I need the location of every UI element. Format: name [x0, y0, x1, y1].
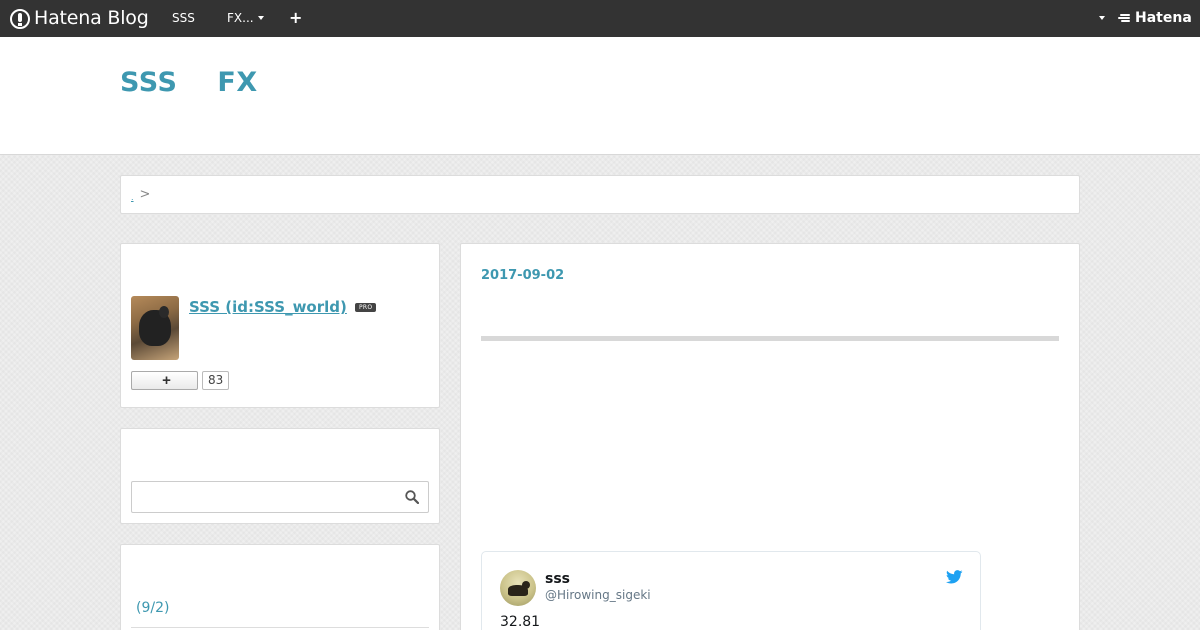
tweet-author-name[interactable]: sss — [545, 571, 570, 587]
tweet-avatar[interactable] — [500, 570, 536, 606]
breadcrumb: . > — [120, 175, 1080, 214]
follower-count: 83 — [202, 371, 230, 390]
avatar-dog-ear-shape — [159, 306, 169, 318]
blog-title-area: SSS FX — [0, 37, 1200, 155]
recent-entries-module: (9/2) — [120, 544, 440, 630]
hatena-blog-logo[interactable]: Hatena Blog — [10, 8, 149, 29]
search-module — [120, 428, 440, 524]
recent-entry-link[interactable]: (9/2) — [136, 600, 169, 616]
header-fx-menu[interactable]: FX... — [227, 11, 264, 25]
embedded-tweet[interactable]: sss @Hirowing_sigeki 32.81 — [481, 551, 981, 630]
caret-down-icon — [257, 16, 264, 20]
entry-article: 2017-09-02 sss @Hirowing_sigeki 32.81 — [460, 243, 1080, 630]
breadcrumb-separator: > — [139, 187, 151, 202]
breadcrumb-home-link[interactable]: . — [131, 193, 134, 202]
blog-title[interactable]: SSS FX — [120, 67, 258, 98]
tweet-author-handle[interactable]: @Hirowing_sigeki — [545, 588, 651, 602]
hatena-blog-logo-text: Hatena Blog — [34, 7, 149, 29]
hatena-mark-icon — [1118, 13, 1132, 23]
plus-icon: + — [162, 371, 171, 389]
tweet-avatar-cat-head-shape — [522, 581, 530, 589]
follow-button[interactable]: + — [131, 371, 198, 390]
user-menu-caret-down-icon[interactable] — [1099, 16, 1105, 20]
profile-module: SSS (id:SSS_world) PRO + 83 — [120, 243, 440, 408]
hatena-link[interactable]: Hatena — [1118, 10, 1192, 26]
divider — [131, 627, 429, 628]
hatena-blog-logo-icon — [10, 8, 30, 29]
header-fx-menu-label: FX... — [227, 11, 254, 25]
profile-name-link[interactable]: SSS (id:SSS_world) — [189, 298, 347, 316]
global-header: Hatena Blog SSS FX... + Hatena — [0, 0, 1200, 37]
hatena-link-label: Hatena — [1135, 10, 1192, 26]
entry-date-link[interactable]: 2017-09-02 — [481, 268, 564, 283]
avatar[interactable] — [131, 296, 179, 360]
header-blog-link[interactable]: SSS — [172, 11, 195, 25]
blog-title-word: FX — [217, 67, 258, 98]
search-icon[interactable] — [405, 490, 419, 504]
blog-title-word: SSS — [120, 67, 178, 98]
entry-title-divider — [481, 336, 1059, 341]
plus-icon[interactable]: + — [289, 9, 302, 27]
search-input[interactable] — [131, 481, 429, 513]
pro-badge: PRO — [355, 303, 377, 312]
tweet-text: 32.81 — [500, 614, 541, 630]
twitter-bird-icon[interactable] — [946, 570, 963, 584]
